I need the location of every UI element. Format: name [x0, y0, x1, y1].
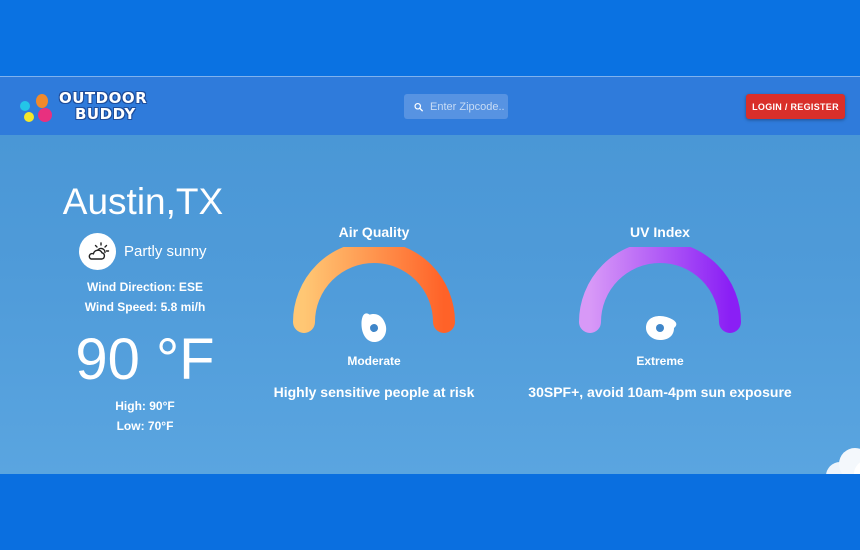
uv-index-panel: UV Index Extreme 30SPF+, avoid 10am-4pm …: [515, 135, 805, 474]
air-quality-description: Highly sensitive people at risk: [273, 384, 475, 400]
uv-index-arc: [579, 247, 741, 333]
air-quality-arc: [293, 247, 455, 333]
login-register-button[interactable]: LOGIN / REGISTER: [746, 94, 845, 119]
air-quality-needle-icon: [361, 313, 387, 342]
zipcode-search-input[interactable]: [430, 100, 508, 113]
air-quality-title: Air Quality: [338, 224, 410, 240]
uv-index-description: 30SPF+, avoid 10am-4pm sun exposure: [528, 384, 792, 400]
logo-dot: [24, 112, 34, 122]
air-quality-gauge: [293, 247, 455, 342]
uv-index-title: UV Index: [630, 224, 690, 240]
search-box[interactable]: [404, 94, 508, 119]
logo-text: OUTDOOR BUDDY: [59, 90, 147, 122]
logo-line2: BUDDY: [75, 105, 136, 123]
air-quality-panel: Air Quality Moderate Highly sensitive pe…: [229, 135, 519, 474]
page-top-band: [0, 0, 860, 76]
air-quality-level: Moderate: [347, 354, 401, 368]
condition-text: Partly sunny: [124, 243, 207, 260]
uv-index-needle-icon: [646, 316, 677, 340]
logo-dot: [20, 101, 30, 111]
search-icon: [414, 102, 423, 111]
uv-index-gauge: [579, 247, 741, 340]
logo-dot: [36, 94, 48, 108]
app-logo[interactable]: OUTDOOR BUDDY: [18, 86, 168, 126]
navbar: OUTDOOR BUDDY LOGIN / REGISTER: [0, 76, 860, 135]
condition-row: Partly sunny: [79, 233, 207, 270]
logo-dot: [38, 108, 52, 122]
page-bottom-band: [0, 474, 860, 550]
partly-sunny-icon: [79, 233, 116, 270]
uv-index-level: Extreme: [636, 354, 684, 368]
cloud-decoration: [826, 448, 860, 474]
weather-hero: Austin,TX Partly sunny Wind Direction: E…: [0, 135, 860, 474]
logo-dots-icon: [18, 86, 58, 126]
